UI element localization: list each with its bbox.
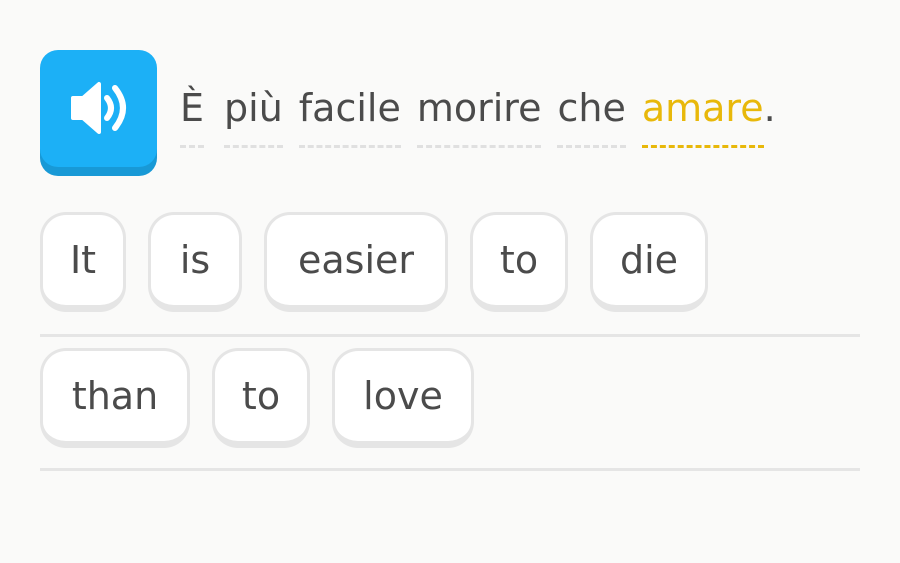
hint-underline bbox=[557, 145, 626, 148]
prompt-word-text: È bbox=[180, 86, 205, 130]
word-tile[interactable]: easier bbox=[264, 212, 448, 312]
word-bank-divider bbox=[40, 334, 860, 337]
word-tile[interactable]: to bbox=[212, 348, 310, 448]
prompt-sentence: È più facile morire che amare . bbox=[180, 78, 776, 158]
word-tile[interactable]: love bbox=[332, 348, 474, 448]
prompt-word-text: facile bbox=[298, 86, 401, 130]
prompt-punctuation: . bbox=[763, 86, 776, 130]
prompt-word-new[interactable]: amare bbox=[641, 78, 764, 152]
word-tile[interactable]: is bbox=[148, 212, 242, 312]
hint-underline bbox=[416, 145, 542, 148]
word-tile[interactable]: than bbox=[40, 348, 190, 448]
speaker-icon bbox=[71, 82, 126, 134]
hint-underline bbox=[641, 145, 764, 148]
word-tile[interactable]: to bbox=[470, 212, 568, 312]
hint-underline bbox=[298, 145, 401, 148]
word-tile[interactable]: It bbox=[40, 212, 126, 312]
prompt-word[interactable]: morire bbox=[416, 78, 542, 152]
prompt-word-text: amare bbox=[641, 86, 764, 130]
prompt-word-text: più bbox=[224, 86, 283, 130]
hint-underline bbox=[224, 145, 283, 148]
exercise-screen: È più facile morire che amare . It is ea… bbox=[0, 0, 900, 563]
prompt-word[interactable]: che bbox=[557, 78, 626, 152]
hint-underline bbox=[180, 145, 205, 148]
word-bank-row: than to love bbox=[40, 348, 496, 448]
prompt-word-text: morire bbox=[416, 86, 542, 130]
prompt-word[interactable]: È bbox=[180, 78, 205, 152]
word-bank-divider bbox=[40, 468, 860, 471]
prompt-word[interactable]: più bbox=[224, 78, 283, 152]
word-tile[interactable]: die bbox=[590, 212, 708, 312]
prompt-word[interactable]: facile bbox=[298, 78, 401, 152]
play-audio-button[interactable] bbox=[40, 50, 157, 167]
word-bank-row: It is easier to die bbox=[40, 212, 730, 312]
prompt-word-text: che bbox=[557, 86, 626, 130]
